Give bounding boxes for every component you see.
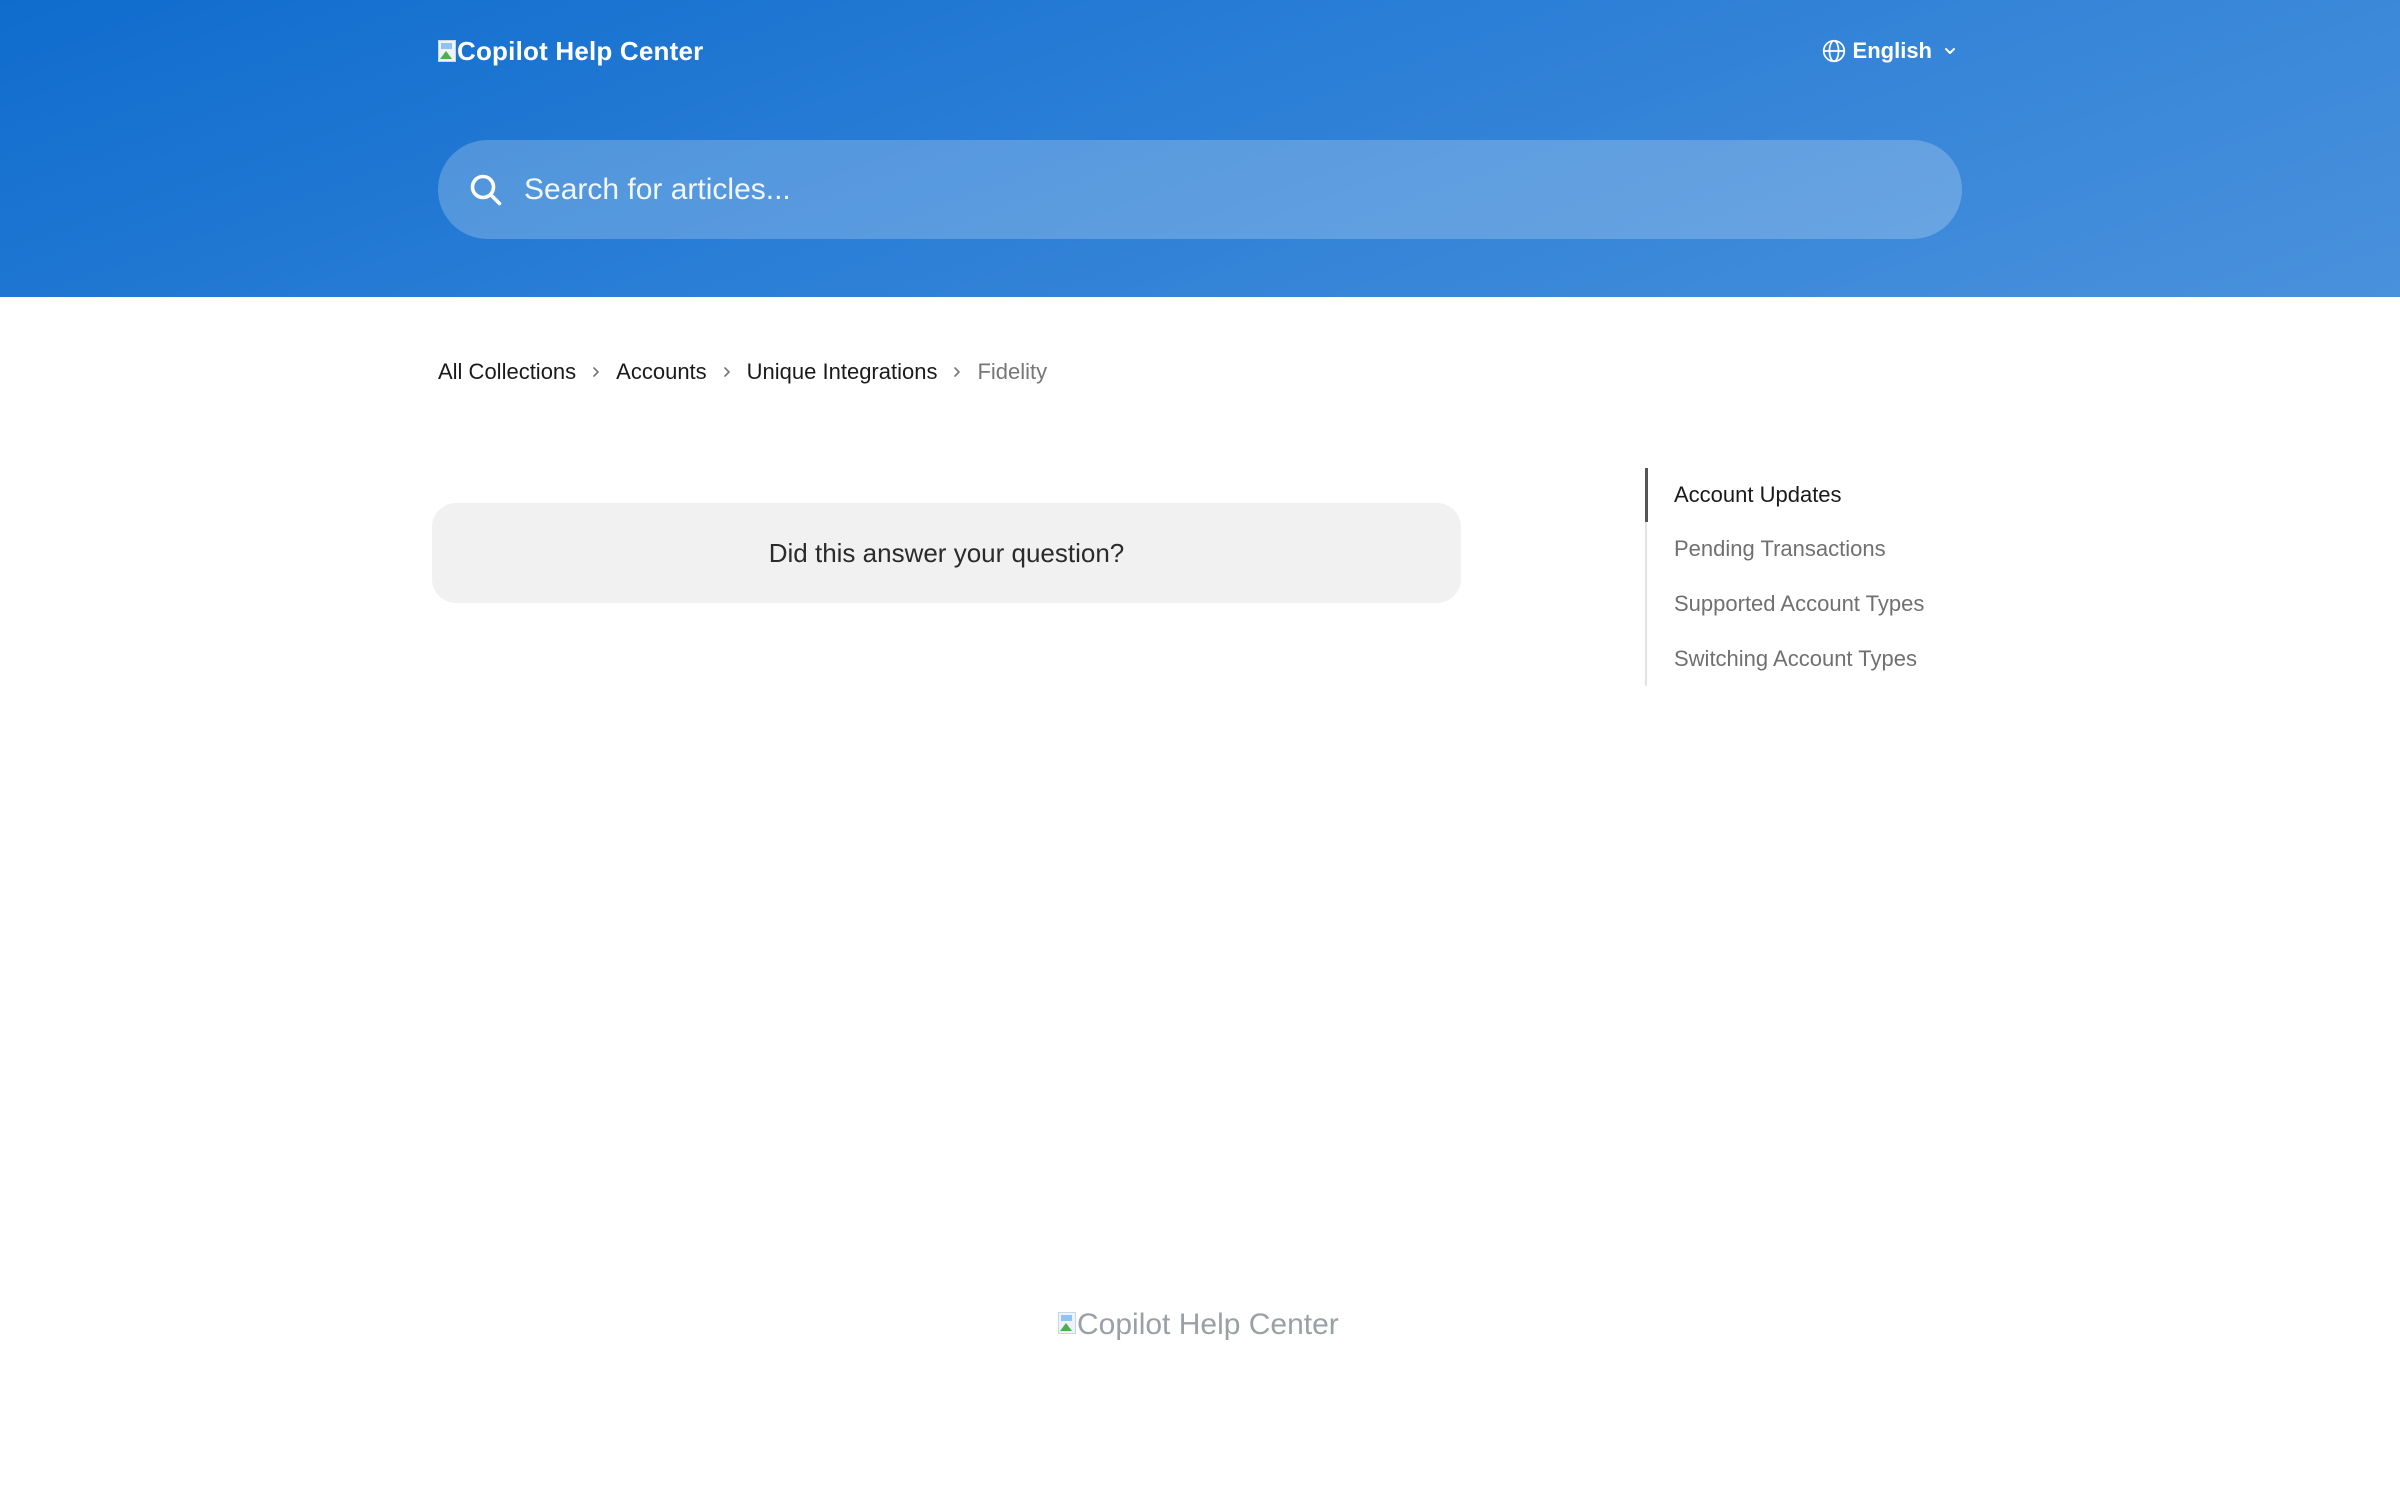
feedback-card: Did this answer your question? bbox=[432, 503, 1461, 603]
toc-item-supported-account-types[interactable]: Supported Account Types bbox=[1674, 591, 1924, 617]
breadcrumb: All Collections Accounts Unique Integrat… bbox=[438, 356, 1047, 388]
chevron-down-icon bbox=[1945, 48, 1955, 54]
footer-logo-alt-text: Copilot Help Center bbox=[1077, 1308, 1339, 1341]
breadcrumb-current-page: Fidelity bbox=[977, 359, 1048, 384]
header-banner: Copilot Help Center English bbox=[0, 0, 2400, 297]
search-input[interactable] bbox=[522, 158, 1962, 221]
chevron-right-icon bbox=[723, 367, 730, 377]
toc-item-switching-account-types[interactable]: Switching Account Types bbox=[1674, 646, 1917, 672]
table-of-contents: Account Updates Pending Transactions Sup… bbox=[1645, 468, 1987, 686]
search-icon bbox=[470, 174, 502, 205]
language-label: English bbox=[1852, 38, 1932, 63]
site-logo[interactable]: Copilot Help Center bbox=[438, 36, 703, 66]
breadcrumb-link-unique-integrations[interactable]: Unique Integrations bbox=[747, 359, 938, 385]
footer-logo[interactable]: Copilot Help Center bbox=[1058, 1306, 1339, 1342]
toc-item-account-updates[interactable]: Account Updates bbox=[1674, 482, 1842, 508]
breadcrumb-link-accounts[interactable]: Accounts bbox=[616, 359, 707, 385]
globe-icon bbox=[1822, 39, 1845, 63]
broken-image-icon bbox=[1058, 1312, 1076, 1334]
feedback-question: Did this answer your question? bbox=[768, 537, 1125, 568]
logo-alt-text: Copilot Help Center bbox=[457, 35, 704, 66]
language-selector[interactable]: English bbox=[1821, 36, 1958, 66]
search-bar[interactable] bbox=[438, 140, 1962, 239]
chevron-right-icon bbox=[593, 367, 599, 377]
breadcrumb-link-all-collections[interactable]: All Collections bbox=[438, 359, 576, 385]
toc-item-pending-transactions[interactable]: Pending Transactions bbox=[1674, 536, 1886, 562]
chevron-right-icon bbox=[954, 367, 961, 377]
toc-active-indicator bbox=[1645, 468, 1648, 522]
broken-image-icon bbox=[438, 40, 456, 62]
